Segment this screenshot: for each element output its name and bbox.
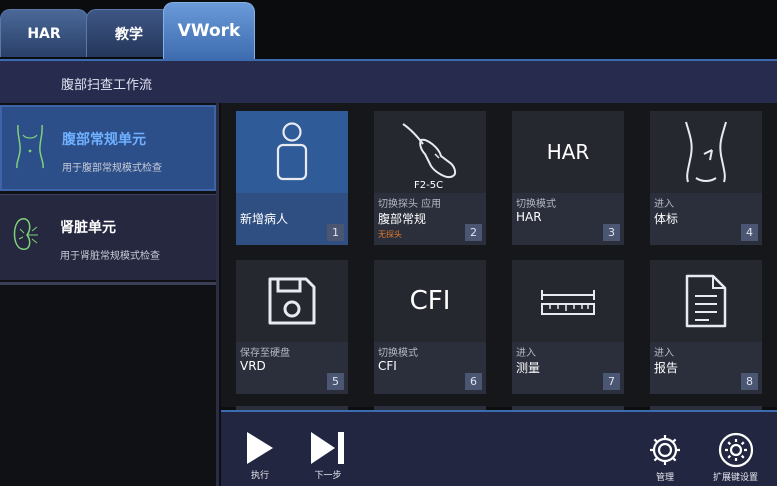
button-label: 执行 bbox=[250, 471, 269, 481]
unit-name: 腹部常规单元 bbox=[62, 132, 146, 148]
unit-description: 用于腹部常规模式检查 bbox=[62, 163, 162, 174]
workflow-header: 腹部扫查工作流 bbox=[0, 59, 777, 103]
unit-name: 肾脏单元 bbox=[60, 220, 116, 236]
card-number: 8 bbox=[741, 373, 758, 390]
card-icon-area: HAR bbox=[512, 111, 624, 193]
divider bbox=[216, 103, 219, 486]
divider bbox=[0, 282, 216, 285]
save-disk-icon bbox=[268, 277, 316, 325]
abdomen-body-icon bbox=[16, 124, 44, 169]
next-step-button[interactable]: 下一步 bbox=[309, 430, 347, 481]
step-card-new-patient[interactable]: 新增病人 1 bbox=[236, 111, 348, 245]
unit-description: 用于肾脏常规模式检查 bbox=[60, 251, 160, 262]
card-number: 7 bbox=[603, 373, 620, 390]
execute-button[interactable]: 执行 bbox=[245, 430, 275, 481]
workflow-steps-grid: 新增病人 1 F2-5C 切换探头 应用 腹部常规 无探头 2 HAR 切换模式… bbox=[221, 103, 777, 407]
card-subtitle: 保存至硬盘 bbox=[240, 348, 290, 359]
card-number: 3 bbox=[603, 224, 620, 241]
skip-next-icon bbox=[311, 432, 344, 464]
tab-label: HAR bbox=[27, 25, 61, 42]
manage-button[interactable]: 管理 bbox=[647, 432, 683, 483]
ruler-icon bbox=[541, 290, 595, 315]
card-subtitle: 切换模式 bbox=[516, 199, 556, 210]
probe-model-label: F2-5C bbox=[414, 180, 444, 191]
bottom-control-bar: 执行 下一步 管理 扩展键设置 bbox=[221, 410, 777, 486]
step-card-probe[interactable]: F2-5C 切换探头 应用 腹部常规 无探头 2 bbox=[374, 111, 486, 245]
step-card-report[interactable]: 进入 报告 8 bbox=[650, 260, 762, 394]
page-title: 腹部扫查工作流 bbox=[61, 78, 153, 93]
tab-har[interactable]: HAR bbox=[0, 9, 88, 57]
button-label: 扩展键设置 bbox=[713, 473, 759, 483]
tab-label: 教学 bbox=[115, 26, 143, 43]
no-probe-warning: 无探头 bbox=[378, 230, 402, 239]
kidney-icon bbox=[13, 218, 38, 250]
card-subtitle: 进入 bbox=[654, 348, 674, 359]
card-label: CFI bbox=[378, 359, 397, 373]
button-label: 管理 bbox=[655, 473, 674, 483]
card-icon-area bbox=[236, 111, 348, 193]
card-label: 测量 bbox=[516, 361, 541, 375]
step-card-cfi[interactable]: CFI 切换模式 CFI 6 bbox=[374, 260, 486, 394]
step-card-vrd[interactable]: 保存至硬盘 VRD 5 bbox=[236, 260, 348, 394]
card-label: 报告 bbox=[654, 361, 679, 375]
card-number: 2 bbox=[465, 224, 482, 241]
tab-label: VWork bbox=[177, 21, 241, 41]
key-settings-icon bbox=[718, 432, 753, 468]
play-icon bbox=[247, 432, 273, 464]
card-icon-area bbox=[512, 260, 624, 342]
har-icon: HAR bbox=[546, 140, 590, 164]
card-number: 6 bbox=[465, 373, 482, 390]
card-number: 1 bbox=[327, 224, 344, 241]
report-document-icon bbox=[685, 274, 727, 328]
card-subtitle: 切换探头 应用 bbox=[378, 199, 442, 210]
body-mark-icon bbox=[685, 121, 727, 183]
card-icon-area bbox=[650, 260, 762, 342]
unit-kidney[interactable]: 肾脏单元 用于肾脏常规模式检查 bbox=[0, 194, 216, 280]
step-card-bodymark[interactable]: 进入 体标 4 bbox=[650, 111, 762, 245]
card-label: VRD bbox=[240, 359, 266, 373]
card-label: 腹部常规 bbox=[378, 212, 427, 226]
card-number: 5 bbox=[327, 373, 344, 390]
card-subtitle: 切换模式 bbox=[378, 348, 418, 359]
probe-icon bbox=[402, 123, 457, 178]
workflow-unit-list: 腹部常规单元 用于腹部常规模式检查 肾脏单元 用于肾脏常规模式检查 bbox=[0, 103, 219, 486]
cfi-icon: CFI bbox=[409, 286, 451, 316]
card-number: 4 bbox=[741, 224, 758, 241]
card-subtitle: 进入 bbox=[516, 348, 536, 359]
card-icon-area: CFI bbox=[374, 260, 486, 342]
card-label: 新增病人 bbox=[240, 212, 289, 226]
card-label: HAR bbox=[516, 210, 542, 224]
patient-icon bbox=[276, 122, 308, 181]
unit-abdomen[interactable]: 腹部常规单元 用于腹部常规模式检查 bbox=[0, 105, 216, 191]
step-card-measure[interactable]: 进入 测量 7 bbox=[512, 260, 624, 394]
tab-teaching[interactable]: 教学 bbox=[86, 9, 172, 57]
card-label: 体标 bbox=[654, 212, 679, 226]
tab-bar: HAR 教学 VWork bbox=[0, 0, 777, 60]
gear-icon bbox=[650, 435, 680, 465]
button-label: 下一步 bbox=[314, 471, 342, 481]
card-subtitle: 进入 bbox=[654, 199, 674, 210]
card-icon-area bbox=[650, 111, 762, 193]
step-card-har[interactable]: HAR 切换模式 HAR 3 bbox=[512, 111, 624, 245]
tab-vwork[interactable]: VWork bbox=[163, 2, 255, 59]
card-icon-area bbox=[236, 260, 348, 342]
extension-key-settings-button[interactable]: 扩展键设置 bbox=[713, 432, 758, 483]
